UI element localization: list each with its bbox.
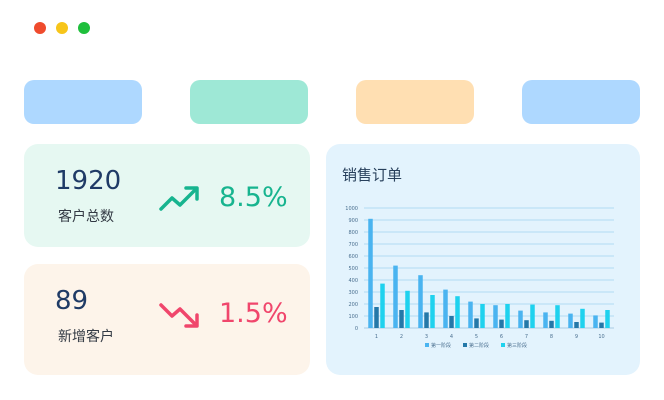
chart-bar: [505, 304, 510, 328]
chart-bar: [493, 305, 498, 328]
chart-bar: [374, 307, 379, 328]
chart-bar: [543, 312, 548, 328]
legend-label: 第三阶段: [507, 342, 527, 349]
x-tick-label: 1: [375, 334, 378, 340]
chart-bar: [474, 318, 479, 328]
chart-bar: [518, 310, 523, 328]
chart-bar: [555, 305, 560, 328]
tab-placeholder-3[interactable]: [356, 80, 474, 124]
chart-bar: [599, 322, 604, 328]
legend-swatch: [501, 343, 505, 347]
y-tick-label: 500: [348, 266, 358, 272]
y-tick-label: 1000: [345, 206, 358, 212]
y-tick-label: 400: [348, 278, 358, 284]
chart-bar: [399, 310, 404, 328]
legend-swatch: [425, 343, 429, 347]
chart-bar: [580, 308, 585, 328]
chart-bar: [368, 218, 373, 328]
chart-bar: [593, 315, 598, 328]
chart-bar: [468, 301, 473, 328]
legend-label: 第二阶段: [469, 342, 489, 349]
chart-bar: [568, 313, 573, 328]
new-customers-card: 89 新增客户 1.5%: [24, 264, 310, 375]
window-maximize-dot[interactable]: [78, 22, 90, 34]
chart-bar: [449, 316, 454, 328]
window-minimize-dot[interactable]: [56, 22, 68, 34]
tab-placeholder-2[interactable]: [190, 80, 308, 124]
new-customers-label: 新增客户: [58, 329, 114, 345]
x-tick-label: 9: [575, 334, 578, 340]
legend-label: 第一阶段: [431, 342, 451, 349]
sales-orders-card: 销售订单 0 100 200 300 400 500 600 700 800 900 1000 1 2 3…: [326, 144, 640, 375]
chart-bar: [424, 312, 429, 328]
chart-bar: [605, 310, 610, 328]
y-tick-label: 100: [348, 314, 358, 320]
chart-bar: [530, 304, 535, 328]
window-close-dot[interactable]: [34, 22, 46, 34]
chart-bar: [574, 322, 579, 328]
chart-bar: [455, 296, 460, 328]
customers-total-card: 1920 客户总数 8.5%: [24, 144, 310, 247]
trend-up-icon: [159, 186, 199, 211]
chart-bar: [418, 275, 423, 328]
chart-bar: [405, 290, 410, 328]
customers-total-value: 1920: [55, 166, 122, 196]
tab-placeholder-4[interactable]: [522, 80, 640, 124]
legend-swatch: [463, 343, 467, 347]
customers-total-change: 8.5%: [219, 182, 288, 213]
x-tick-label: 6: [500, 334, 503, 340]
x-tick-label: 8: [550, 334, 553, 340]
chart-bar: [380, 283, 385, 328]
y-tick-label: 600: [348, 254, 358, 260]
y-tick-label: 900: [348, 218, 358, 224]
new-customers-change: 1.5%: [219, 298, 288, 329]
chart-bar: [499, 319, 504, 328]
y-tick-label: 700: [348, 242, 358, 248]
x-tick-label: 10: [598, 334, 604, 340]
chart-bar: [443, 289, 448, 328]
x-tick-label: 7: [525, 334, 528, 340]
y-tick-label: 200: [348, 302, 358, 308]
chart-bar: [480, 304, 485, 328]
y-tick-label: 300: [348, 290, 358, 296]
x-tick-label: 3: [425, 334, 428, 340]
x-tick-label: 4: [450, 334, 453, 340]
chart-bar: [393, 265, 398, 328]
x-tick-label: 5: [475, 334, 478, 340]
y-tick-label: 800: [348, 230, 358, 236]
sales-orders-chart: 0 100 200 300 400 500 600 700 800 900 1000 1 2 3 4 5 6 7 8…: [345, 206, 614, 349]
new-customers-value: 89: [55, 286, 89, 316]
customers-total-label: 客户总数: [58, 209, 114, 225]
trend-down-icon: [159, 303, 199, 328]
tab-placeholder-1[interactable]: [24, 80, 142, 124]
chart-bar: [524, 320, 529, 328]
chart-bar: [430, 295, 435, 328]
y-tick-label: 0: [355, 326, 358, 332]
chart-bar: [549, 320, 554, 328]
x-tick-label: 2: [400, 334, 403, 340]
